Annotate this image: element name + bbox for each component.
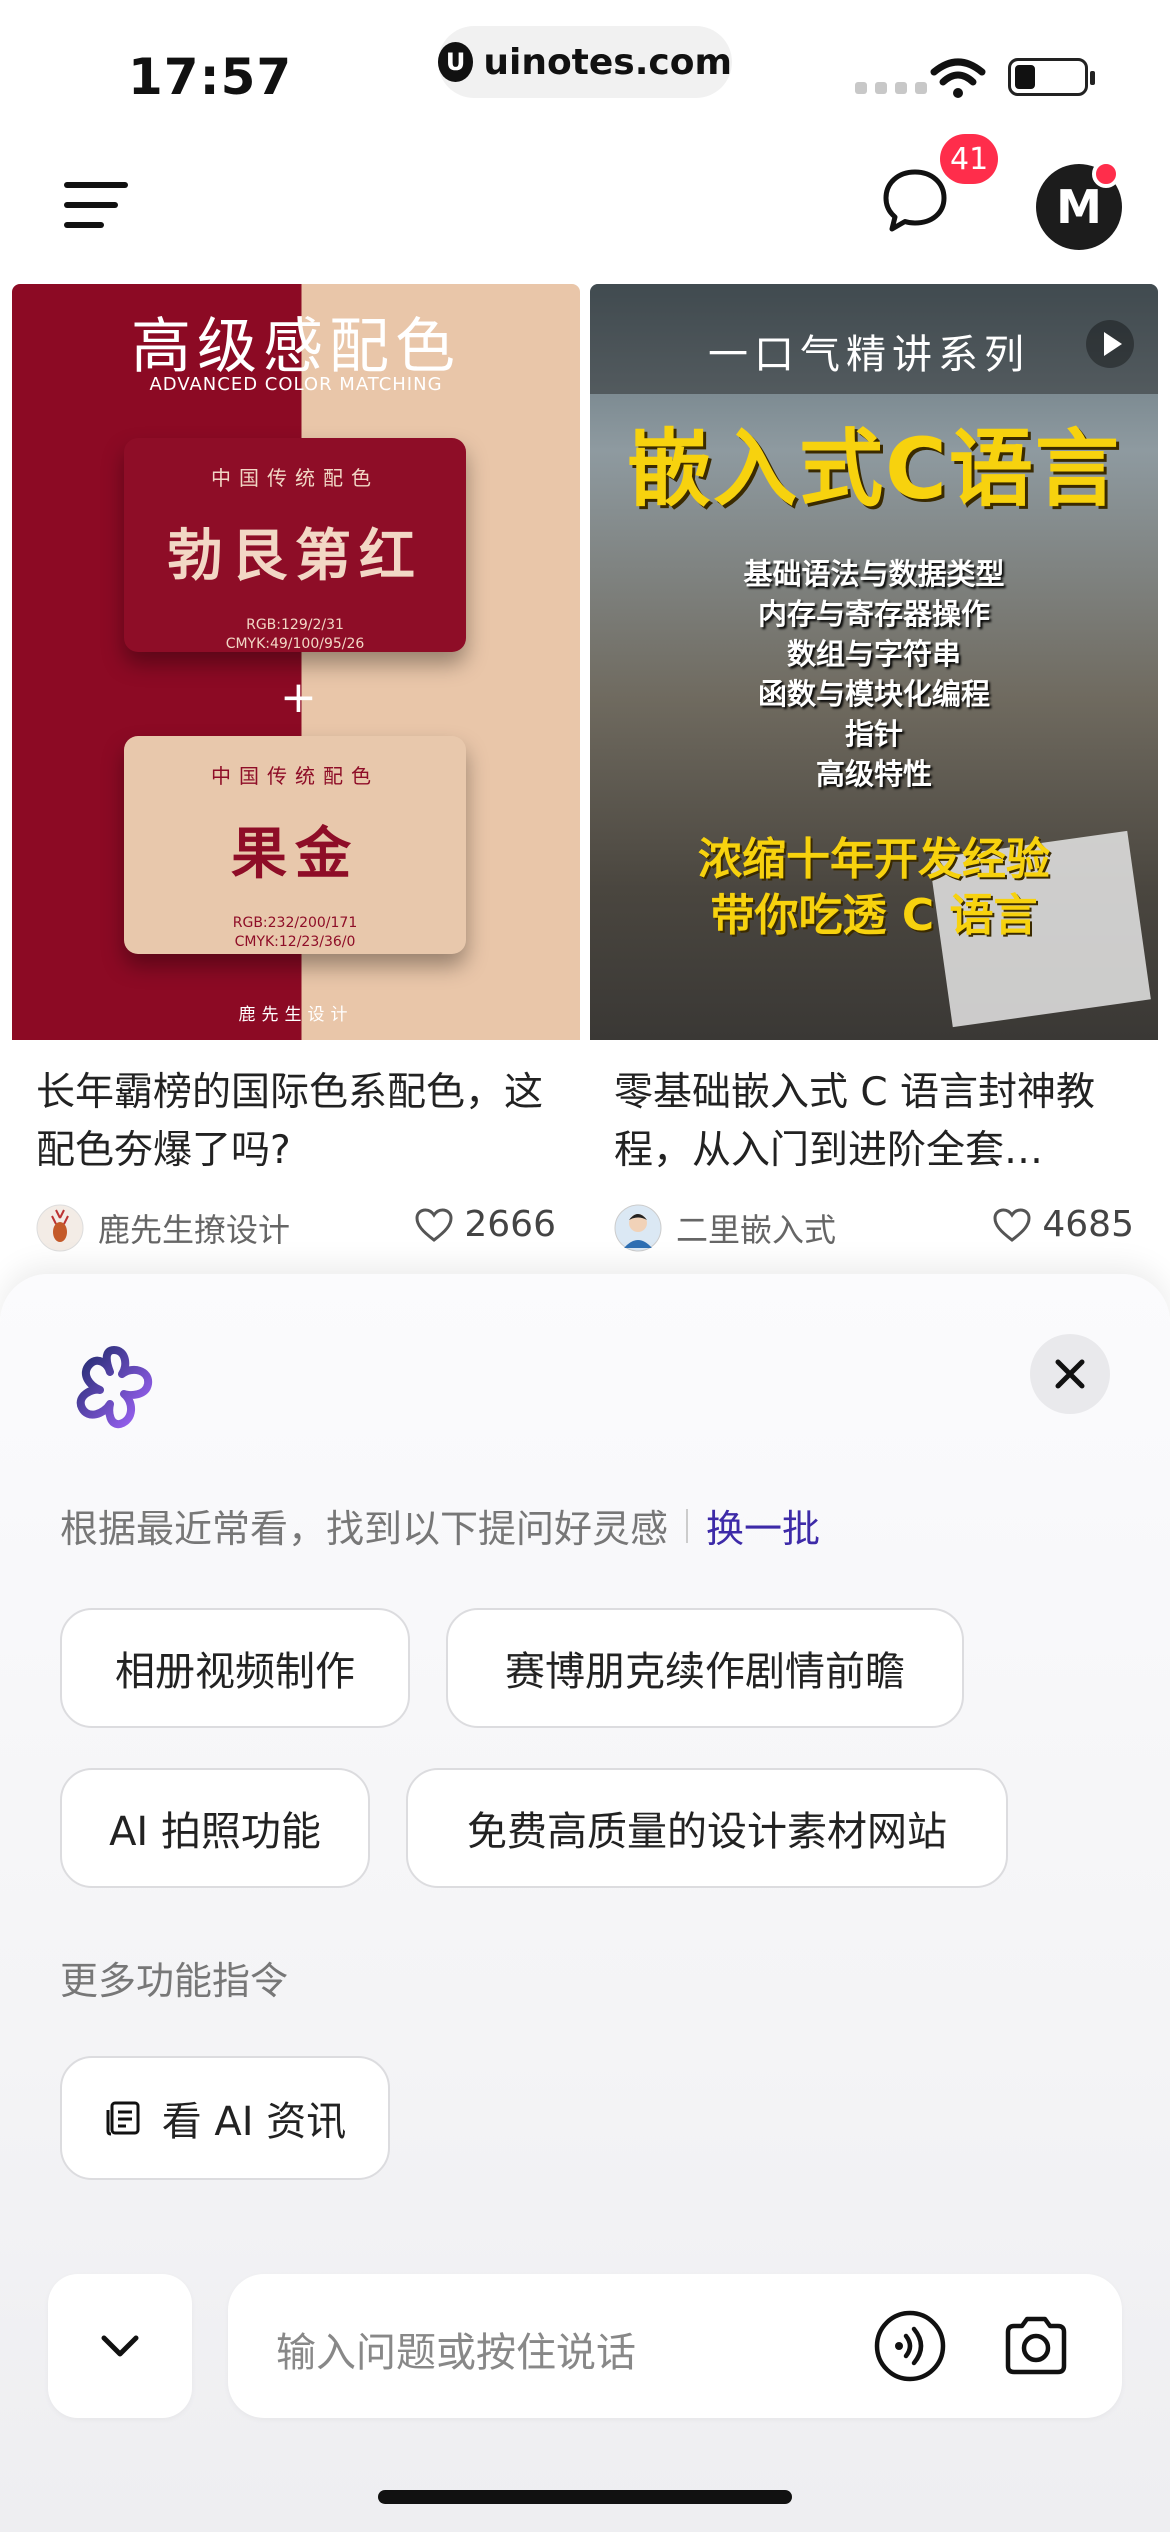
author-avatar — [36, 1204, 84, 1252]
like-count: 2666 — [464, 1204, 556, 1245]
like-count: 4685 — [1042, 1204, 1134, 1245]
cover-slogan: 浓缩十年开发经验 带你吃透 C 语言 — [590, 832, 1158, 944]
cover-heading: 嵌入式C语言 — [627, 420, 1121, 518]
like-button[interactable]: 4685 — [992, 1204, 1134, 1245]
cover-topic: 高级特性 — [815, 757, 932, 791]
cover-heading: 高级感配色 — [131, 312, 461, 382]
status-bar: 17:57 U uinotes.com — [0, 0, 1170, 130]
url-pill[interactable]: U uinotes.com — [438, 26, 732, 98]
card-title[interactable]: 零基础嵌入式 C 语言封神教程，从入门到进阶全套… — [614, 1064, 1144, 1180]
cover-topic-list: 基础语法与数据类型 内存与寄存器操作 数组与字符串 函数与模块化编程 指针 高级… — [590, 554, 1158, 794]
ai-news-label: 看 AI 资讯 — [161, 2099, 347, 2145]
cover-topic: 函数与模块化编程 — [757, 677, 990, 711]
close-button[interactable] — [1030, 1334, 1110, 1414]
chevron-down-icon — [101, 2335, 139, 2357]
swatch-label: 中国传统配色 — [211, 466, 379, 490]
card-author[interactable]: 鹿先生撩设计 — [36, 1204, 290, 1252]
cover-signature: 鹿先生设计 — [238, 1005, 354, 1025]
author-name: 二里嵌入式 — [676, 1211, 837, 1249]
cover-series: 一口气精讲系列 — [708, 332, 1030, 378]
card-cover-image: 高级感配色 ADVANCED COLOR MATCHING 中国传统配色 勃艮第… — [12, 284, 580, 1040]
suggestion-chip[interactable]: 相册视频制作 — [60, 1608, 410, 1728]
cover-slogan-line: 浓缩十年开发经验 — [698, 834, 1050, 885]
status-time: 17:57 — [128, 48, 293, 106]
feed-card[interactable]: 一口气精讲系列 嵌入式C语言 基础语法与数据类型 内存与寄存器操作 数组与字符串… — [590, 284, 1158, 1304]
question-input[interactable]: 输入问题或按住说话 — [276, 2320, 636, 2378]
cover-topic: 基础语法与数据类型 — [743, 557, 1005, 591]
suggestion-hint: 根据最近常看，找到以下提问好灵感 — [60, 1507, 669, 1551]
question-input-bar[interactable]: 输入问题或按住说话 — [228, 2274, 1122, 2418]
cover-slogan-line: 带你吃透 C 语言 — [710, 890, 1038, 941]
cover-topic: 指针 — [844, 717, 903, 751]
like-button[interactable]: 2666 — [414, 1204, 556, 1245]
close-icon — [1055, 1359, 1085, 1389]
swatch-name: 果金 — [231, 822, 359, 887]
card-author[interactable]: 二里嵌入式 — [614, 1204, 836, 1252]
author-avatar — [614, 1204, 662, 1252]
suggestion-chip[interactable]: 免费高质量的设计素材网站 — [406, 1768, 1008, 1888]
suggestion-hint-row: 根据最近常看，找到以下提问好灵感 换一批 — [60, 1498, 820, 1553]
swatch-label: 中国传统配色 — [211, 764, 379, 788]
collapse-button[interactable] — [48, 2274, 192, 2418]
color-swatch-gold: 中国传统配色 果金 RGB:232/200/171 CMYK:12/23/36/… — [124, 736, 466, 954]
play-icon — [1086, 320, 1134, 368]
ai-news-button[interactable]: 看 AI 资讯 — [60, 2056, 390, 2180]
notification-dot — [1092, 160, 1120, 188]
site-logo-icon: U — [438, 42, 474, 82]
feed-card[interactable]: 高级感配色 ADVANCED COLOR MATCHING 中国传统配色 勃艮第… — [12, 284, 580, 1304]
news-icon — [106, 2101, 140, 2136]
suggestion-chip[interactable]: 赛博朋克续作剧情前瞻 — [446, 1608, 964, 1728]
wifi-icon — [930, 58, 986, 98]
cellular-signal-icon — [855, 82, 927, 94]
menu-icon[interactable] — [64, 180, 128, 230]
swatch-name: 勃艮第红 — [167, 524, 423, 589]
more-functions-title: 更多功能指令 — [60, 1959, 289, 2003]
voice-input-icon[interactable] — [872, 2308, 948, 2384]
swatch-cmyk: CMYK:49/100/95/26 — [225, 636, 365, 652]
heart-icon — [993, 1207, 1031, 1242]
cover-topic: 数组与字符串 — [786, 637, 961, 671]
message-icon[interactable] — [880, 166, 950, 236]
battery-icon — [1008, 58, 1095, 96]
divider — [686, 1508, 689, 1543]
url-text: uinotes.com — [483, 41, 732, 83]
plus-sign: + — [280, 672, 317, 723]
message-badge: 41 — [940, 134, 999, 184]
color-swatch-burgundy: 中国传统配色 勃艮第红 RGB:129/2/31 CMYK:49/100/95/… — [124, 438, 466, 652]
suggestion-chip[interactable]: AI 拍照功能 — [60, 1768, 370, 1888]
heart-icon — [415, 1207, 453, 1242]
camera-icon[interactable] — [998, 2308, 1074, 2384]
cover-subheading: ADVANCED COLOR MATCHING — [149, 374, 443, 395]
cover-topic: 内存与寄存器操作 — [757, 597, 990, 631]
assistant-sheet: 根据最近常看，找到以下提问好灵感 换一批 相册视频制作 赛博朋克续作剧情前瞻 A… — [0, 1274, 1170, 2532]
swatch-rgb: RGB:129/2/31 — [246, 617, 344, 633]
refresh-suggestions-link[interactable]: 换一批 — [706, 1498, 820, 1553]
swatch-cmyk: CMYK:12/23/36/0 — [234, 934, 356, 950]
card-title[interactable]: 长年霸榜的国际色系配色，这配色夯爆了吗? — [36, 1064, 566, 1180]
author-name: 鹿先生撩设计 — [98, 1211, 291, 1249]
home-indicator — [378, 2490, 792, 2504]
swatch-rgb: RGB:232/200/171 — [232, 915, 358, 931]
assistant-logo-icon — [76, 1346, 153, 1429]
card-cover-image: 一口气精讲系列 嵌入式C语言 基础语法与数据类型 内存与寄存器操作 数组与字符串… — [590, 284, 1158, 1040]
